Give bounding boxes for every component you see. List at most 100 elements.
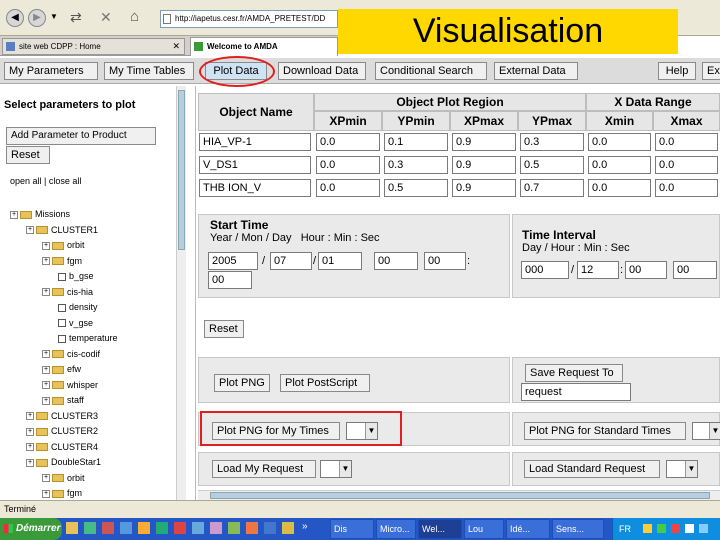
expand-icon[interactable]: + <box>42 396 50 405</box>
tray-icon[interactable] <box>671 524 680 533</box>
tree-scrollbar[interactable] <box>176 86 186 500</box>
load-my-select[interactable]: ▼ <box>320 460 352 478</box>
scrollbar-thumb[interactable] <box>178 90 185 250</box>
parameter-checkbox[interactable] <box>58 334 66 343</box>
home-icon[interactable]: ⌂ <box>130 8 139 25</box>
expand-icon[interactable]: + <box>42 241 50 250</box>
quicklaunch-icon[interactable] <box>120 522 132 534</box>
quicklaunch-icon[interactable] <box>138 522 150 534</box>
quicklaunch-icon[interactable] <box>282 522 294 534</box>
tree-node[interactable]: + cis-codif <box>42 349 100 359</box>
region-value-input[interactable]: 0.5 <box>520 156 584 174</box>
load-standard-request-button[interactable]: Load Standard Request <box>524 460 660 478</box>
add-parameter-button[interactable]: Add Parameter to Product <box>6 127 156 145</box>
tree-node[interactable]: density <box>58 302 98 312</box>
region-value-input[interactable]: 0.0 <box>655 133 718 151</box>
dropdown-chevron-icon[interactable]: ▼ <box>50 12 58 21</box>
parameter-checkbox[interactable] <box>58 303 66 312</box>
expand-icon[interactable]: + <box>26 412 34 421</box>
open-close-all[interactable]: open all | close all <box>10 176 81 186</box>
scrollbar-thumb[interactable] <box>210 492 710 499</box>
parameter-checkbox[interactable] <box>58 319 66 328</box>
region-value-input[interactable]: 0.9 <box>452 179 516 197</box>
plot-postscript-button[interactable]: Plot PostScript <box>280 374 370 392</box>
region-value-input[interactable]: 0.0 <box>655 156 718 174</box>
region-value-input[interactable]: 0.0 <box>588 133 651 151</box>
taskbar-item[interactable]: Dis <box>330 519 374 539</box>
reload-icon[interactable]: ⇄ <box>70 9 82 26</box>
parameter-checkbox[interactable] <box>58 272 66 281</box>
quicklaunch-icon[interactable] <box>84 522 96 534</box>
region-value-input[interactable]: 0.0 <box>588 179 651 197</box>
expand-icon[interactable]: + <box>26 458 34 467</box>
expand-icon[interactable]: + <box>26 443 34 452</box>
menu-ex[interactable]: Ex <box>702 62 720 80</box>
expand-icon[interactable]: + <box>42 474 50 483</box>
region-value-input[interactable]: 0.0 <box>316 156 380 174</box>
tree-node[interactable]: + CLUSTER3 <box>26 411 98 421</box>
expand-icon[interactable]: + <box>42 257 50 266</box>
quicklaunch-icon[interactable] <box>264 522 276 534</box>
tree-node[interactable]: + CLUSTER4 <box>26 442 98 452</box>
chevron-right-icon[interactable]: » <box>302 521 308 532</box>
region-value-input[interactable]: 0.1 <box>384 133 448 151</box>
expand-icon[interactable]: + <box>42 489 50 498</box>
interval-sec-input[interactable]: 00 <box>673 261 717 279</box>
start-min-input[interactable]: 00 <box>424 252 466 270</box>
reset-button[interactable]: Reset <box>204 320 244 338</box>
taskbar-item[interactable]: Lou <box>464 519 504 539</box>
tree-node[interactable]: + orbit <box>42 473 85 483</box>
tree-node[interactable]: + fgm <box>42 488 82 498</box>
tree-node[interactable]: + whisper <box>42 380 98 390</box>
start-year-input[interactable]: 2005 <box>208 252 258 270</box>
start-day-input[interactable]: 01 <box>318 252 362 270</box>
expand-icon[interactable]: + <box>10 210 18 219</box>
interval-day-input[interactable]: 000 <box>521 261 569 279</box>
tree-node[interactable]: + DoubleStar1 <box>26 457 101 467</box>
tray-icon[interactable] <box>657 524 666 533</box>
quicklaunch-icon[interactable] <box>102 522 114 534</box>
address-bar[interactable]: http://iapetus.cesr.fr/AMDA_PRETEST/DD <box>160 10 338 28</box>
start-month-input[interactable]: 07 <box>270 252 312 270</box>
language-indicator[interactable]: FR <box>619 524 631 534</box>
quicklaunch-icon[interactable] <box>210 522 222 534</box>
expand-icon[interactable]: + <box>42 365 50 374</box>
forward-button[interactable]: ▶ <box>28 9 46 27</box>
expand-icon[interactable]: + <box>42 350 50 359</box>
start-hour-input[interactable]: 00 <box>374 252 418 270</box>
quicklaunch-icon[interactable] <box>156 522 168 534</box>
quicklaunch-icon[interactable] <box>192 522 204 534</box>
tray-icon[interactable] <box>685 524 694 533</box>
taskbar-item[interactable]: Wel... <box>418 519 462 539</box>
object-name-input[interactable]: THB ION_V <box>199 179 311 197</box>
taskbar-item[interactable]: Micro... <box>376 519 416 539</box>
expand-icon[interactable]: + <box>26 427 34 436</box>
quicklaunch-icon[interactable] <box>228 522 240 534</box>
region-value-input[interactable]: 0.0 <box>316 133 380 151</box>
region-value-input[interactable]: 0.0 <box>588 156 651 174</box>
tray-icon[interactable] <box>699 524 708 533</box>
quicklaunch-icon[interactable] <box>66 522 78 534</box>
taskbar-item[interactable]: Idé... <box>506 519 550 539</box>
menu-my-time-tables[interactable]: My Time Tables <box>104 62 194 80</box>
quicklaunch-icon[interactable] <box>174 522 186 534</box>
request-name-input[interactable]: request <box>521 383 631 401</box>
expand-icon[interactable]: + <box>42 288 50 297</box>
tab-close-icon[interactable]: ✕ <box>172 39 180 54</box>
region-value-input[interactable]: 0.3 <box>520 133 584 151</box>
stop-icon[interactable]: ✕ <box>100 9 112 26</box>
start-sec-input[interactable]: 00 <box>208 271 252 289</box>
object-name-input[interactable]: V_DS1 <box>199 156 311 174</box>
region-value-input[interactable]: 0.0 <box>655 179 718 197</box>
interval-hour-input[interactable]: 12 <box>577 261 619 279</box>
menu-download-data[interactable]: Download Data <box>278 62 366 80</box>
region-value-input[interactable]: 0.7 <box>520 179 584 197</box>
back-button[interactable]: ◀ <box>6 9 24 27</box>
tree-node[interactable]: + fgm <box>42 256 82 266</box>
menu-conditional-search[interactable]: Conditional Search <box>375 62 487 80</box>
tree-node[interactable]: + CLUSTER2 <box>26 426 98 436</box>
region-value-input[interactable]: 0.3 <box>384 156 448 174</box>
plot-png-standard-times-button[interactable]: Plot PNG for Standard Times <box>524 422 686 440</box>
menu-external-data[interactable]: External Data <box>494 62 578 80</box>
menu-help[interactable]: Help <box>658 62 696 80</box>
